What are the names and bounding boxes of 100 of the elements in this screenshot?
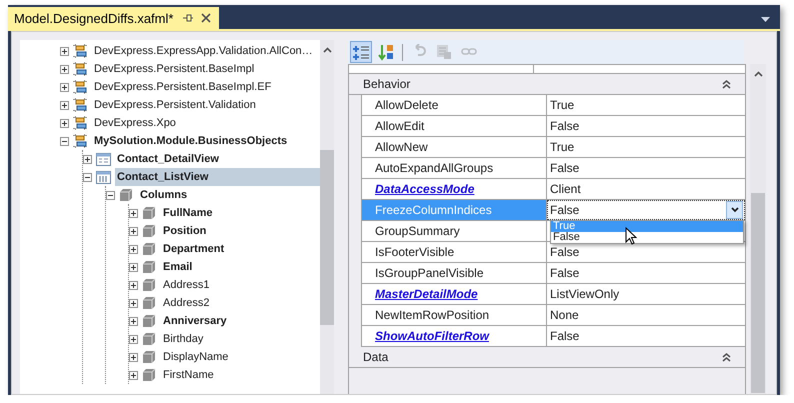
cube-icon (119, 188, 134, 202)
property-name[interactable]: MasterDetailMode (362, 284, 547, 304)
assembly-icon (73, 62, 88, 76)
expand-icon[interactable] (129, 280, 138, 290)
expand-icon[interactable] (129, 226, 138, 236)
scrollbar-thumb[interactable] (751, 193, 765, 393)
expand-icon[interactable] (129, 208, 138, 218)
property-name[interactable]: IsFooterVisible (362, 242, 547, 262)
property-name[interactable]: IsGroupPanelVisible (362, 263, 547, 283)
tree-item[interactable]: DevExpress.Persistent.BaseImpl (92, 60, 320, 78)
dropdown-button[interactable] (726, 201, 743, 219)
cube-icon (142, 206, 157, 220)
tree-item[interactable]: Department (161, 240, 320, 258)
tree-item[interactable]: MySolution.Module.BusinessObjects (92, 132, 320, 150)
expand-icon[interactable] (60, 100, 69, 110)
tree-item[interactable]: Columns (138, 186, 320, 204)
assembly-icon (73, 98, 88, 112)
expand-icon[interactable] (60, 46, 69, 56)
cube-icon (142, 350, 157, 364)
property-value: ListViewOnly (549, 286, 620, 303)
assembly-icon (73, 44, 88, 58)
tree-item[interactable]: Email (161, 258, 320, 276)
scrollbar-thumb[interactable] (320, 150, 334, 325)
collapse-icon[interactable] (722, 78, 731, 90)
property-name[interactable]: AllowDelete (362, 95, 547, 115)
expand-icon[interactable] (129, 370, 138, 380)
property-value: None (549, 307, 580, 324)
document-icon (436, 44, 452, 60)
expand-icon[interactable] (129, 298, 138, 308)
tree-item[interactable]: DisplayName (161, 348, 320, 366)
dropdown-caret-icon[interactable] (761, 17, 770, 22)
cube-icon (142, 224, 157, 238)
assembly-icon (73, 80, 88, 94)
property-name[interactable]: ShowAutoFilterRow (362, 326, 547, 346)
cube-icon (142, 278, 157, 292)
cube-icon (142, 296, 157, 310)
property-name[interactable]: GroupSummary (362, 221, 547, 241)
expand-icon[interactable] (129, 262, 138, 272)
collapse-icon[interactable] (106, 190, 115, 200)
table-window-icon (96, 170, 111, 184)
expand-icon[interactable] (60, 82, 69, 92)
category-name: Behavior (363, 77, 410, 91)
property-name[interactable]: AllowEdit (362, 116, 547, 136)
scrollbar[interactable] (750, 64, 766, 394)
tree-item[interactable]: Address2 (161, 294, 320, 312)
expand-icon[interactable] (129, 316, 138, 326)
chevron-down-icon (730, 207, 738, 213)
expand-icon[interactable] (129, 334, 138, 344)
cube-icon (142, 332, 157, 346)
collapse-icon[interactable] (722, 352, 731, 362)
dropdown-option[interactable]: False (551, 232, 743, 243)
property-value: Client (549, 181, 582, 198)
tree-item[interactable]: Birthday (161, 330, 320, 348)
property-name[interactable]: AutoExpandAllGroups (362, 158, 547, 178)
expand-icon[interactable] (129, 244, 138, 254)
property-value: True (549, 97, 576, 114)
assembly-icon (73, 134, 88, 148)
pin-icon[interactable] (181, 13, 194, 23)
close-icon[interactable] (201, 13, 212, 23)
scroll-up-icon[interactable] (322, 47, 332, 53)
cube-icon (142, 314, 157, 328)
expand-icon[interactable] (83, 154, 92, 164)
tree-item[interactable]: Address1 (161, 276, 320, 294)
category-name: Data (363, 350, 388, 364)
tree-item[interactable]: Anniversary (161, 312, 320, 330)
property-value: False (549, 265, 580, 282)
assembly-icon (73, 116, 88, 130)
scrollbar[interactable] (320, 40, 334, 394)
property-value: False (549, 160, 580, 177)
sort-icon (378, 44, 394, 60)
property-name[interactable]: AllowNew (362, 137, 547, 157)
form-window-icon (96, 152, 111, 166)
tree-item[interactable]: Contact_ListView (115, 168, 320, 186)
property-value: False (549, 244, 580, 261)
tree-item[interactable]: DevExpress.Persistent.Validation (92, 96, 320, 114)
property-value: False (549, 328, 580, 345)
tree-item[interactable]: DevExpress.ExpressApp.Validation.AllCon… (92, 42, 320, 60)
collapse-icon[interactable] (60, 136, 69, 146)
categorized-icon (352, 44, 370, 60)
category-header[interactable]: Data (349, 347, 745, 368)
tree-item[interactable]: DevExpress.Xpo (92, 114, 320, 132)
collapse-icon[interactable] (83, 172, 92, 182)
scroll-up-icon[interactable] (754, 71, 762, 77)
tree-item[interactable]: Position (161, 222, 320, 240)
categorized-button[interactable] (350, 41, 372, 63)
tree-item[interactable]: DevExpress.Persistent.BaseImpl.EF (92, 78, 320, 96)
property-name[interactable]: NewItemRowPosition (362, 305, 547, 325)
expand-icon[interactable] (60, 118, 69, 128)
property-name[interactable]: DataAccessMode (362, 179, 547, 199)
tree-item[interactable]: Contact_DetailView (115, 150, 320, 168)
property-value: True (549, 139, 576, 156)
tree-item[interactable]: FirstName (161, 366, 320, 384)
property-value: False (549, 118, 580, 135)
value-dropdown[interactable]: False (547, 200, 745, 220)
expand-icon[interactable] (60, 64, 69, 74)
document-tab[interactable]: Model.DesignedDiffs.xafml* (8, 7, 220, 29)
cube-icon (142, 242, 157, 256)
expand-icon[interactable] (129, 352, 138, 362)
tree-item[interactable]: FullName (161, 204, 320, 222)
cube-icon (142, 260, 157, 274)
